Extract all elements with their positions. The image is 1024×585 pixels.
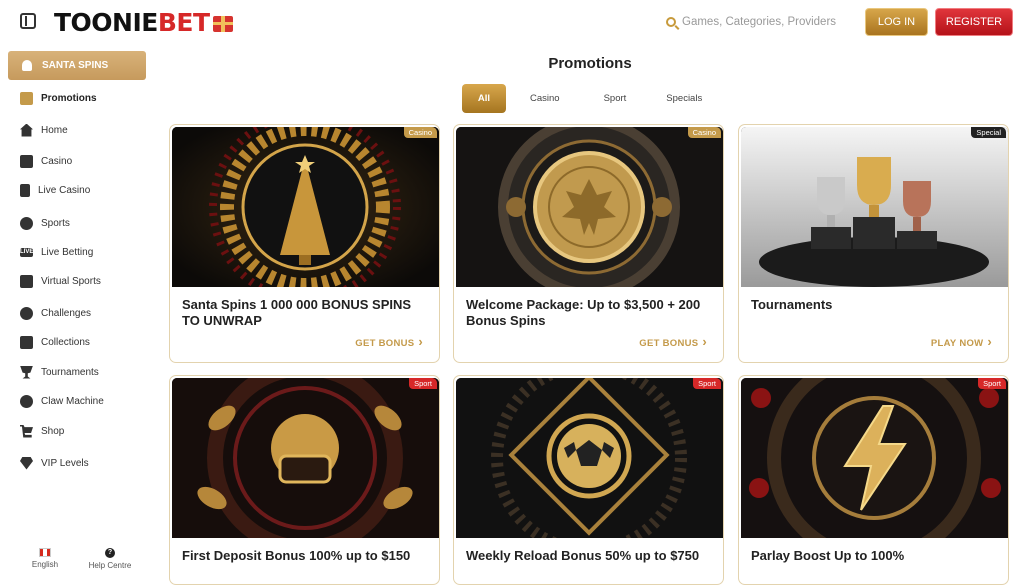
- collection-icon: [20, 335, 33, 349]
- card-title: Tournaments: [751, 297, 833, 312]
- help-icon: ?: [105, 548, 115, 558]
- category-badge: Special: [971, 127, 1006, 138]
- sidebar-item-challenges[interactable]: Challenges: [20, 305, 91, 321]
- logo[interactable]: TOONIEBET: [54, 7, 233, 37]
- category-badge: Casino: [403, 127, 437, 138]
- santa-spins-label: SANTA SPINS: [42, 60, 109, 71]
- sidebar-item-label: Casino: [41, 155, 73, 167]
- help-centre-link[interactable]: ? Help Centre: [80, 548, 140, 570]
- sidebar-item-label: Home: [41, 124, 68, 136]
- get-bonus-link[interactable]: GET BONUS: [639, 334, 707, 349]
- card-title: Santa Spins 1 000 000 BONUS SPINS TO UNW…: [182, 297, 412, 328]
- sidebar-item-promotions[interactable]: Promotions: [20, 90, 97, 106]
- football-helmet-image: [172, 378, 439, 538]
- tab-casino[interactable]: Casino: [516, 84, 574, 113]
- cart-icon: [20, 424, 33, 438]
- tab-sport[interactable]: Sport: [590, 84, 641, 113]
- sidebar-item-label: Collections: [41, 336, 90, 348]
- gold-coin-image: [456, 127, 723, 287]
- trophy-icon: [20, 365, 33, 379]
- sidebar-item-vip-levels[interactable]: VIP Levels: [20, 455, 89, 471]
- sidebar-item-label: VIP Levels: [41, 457, 89, 469]
- register-button[interactable]: REGISTER: [935, 8, 1013, 36]
- sidebar-item-sports[interactable]: Sports: [20, 215, 70, 231]
- diamond-icon: [20, 456, 33, 470]
- language-selector[interactable]: English: [15, 548, 75, 569]
- home-icon: [20, 123, 33, 137]
- gift-icon: [20, 91, 33, 105]
- search-placeholder: Games, Categories, Providers: [682, 16, 837, 28]
- promotion-tabs: All Casino Sport Specials: [462, 84, 716, 113]
- slot-machine-icon: [20, 154, 33, 168]
- santa-spins-button[interactable]: SANTA SPINS: [8, 51, 146, 80]
- sidebar-item-live-casino[interactable]: Live Casino: [20, 182, 90, 198]
- target-icon: [20, 306, 33, 320]
- soccer-ball-image: [456, 378, 723, 538]
- card-title: First Deposit Bonus 100% up to $150: [182, 548, 411, 563]
- sidebar-item-label: Live Casino: [38, 184, 91, 196]
- sidebar-item-label: Challenges: [41, 307, 92, 319]
- sidebar-item-home[interactable]: Home: [20, 122, 68, 138]
- sidebar-item-shop[interactable]: Shop: [20, 423, 64, 439]
- help-label: Help Centre: [88, 561, 132, 570]
- bell-icon: [22, 60, 32, 71]
- sidebar-footer: English ? Help Centre: [0, 544, 156, 576]
- sidebar-item-label: Shop: [41, 425, 65, 437]
- language-label: English: [31, 560, 59, 569]
- claw-icon: [20, 394, 33, 408]
- cards-icon: [20, 183, 30, 197]
- search-bar[interactable]: Games, Categories, Providers: [666, 12, 836, 32]
- top-header: TOONIEBET Games, Categories, Providers L…: [0, 0, 1024, 44]
- sidebar-item-tournaments[interactable]: Tournaments: [20, 364, 99, 380]
- main-content: Promotions All Casino Sport Specials Cas…: [156, 44, 1024, 585]
- monitor-icon: [20, 274, 33, 288]
- sidebar-toggle-icon[interactable]: [20, 13, 36, 29]
- sidebar-item-label: Tournaments: [41, 366, 99, 378]
- search-icon: [666, 17, 676, 27]
- canada-flag-icon: [39, 548, 51, 557]
- promo-card-parlay-boost[interactable]: Sport Parlay Boost Up to 100%: [738, 375, 1009, 585]
- trophies-image: [741, 127, 1008, 287]
- sidebar-item-virtual-sports[interactable]: Virtual Sports: [20, 273, 101, 289]
- play-now-link[interactable]: PLAY NOW: [931, 334, 992, 349]
- sidebar-item-label: Claw Machine: [41, 395, 104, 407]
- tab-all[interactable]: All: [462, 84, 506, 113]
- sidebar-item-label: Live Betting: [41, 246, 94, 258]
- category-badge: Sport: [693, 378, 721, 389]
- get-bonus-link[interactable]: GET BONUS: [355, 334, 423, 349]
- card-title: Weekly Reload Bonus 50% up to $750: [466, 548, 700, 563]
- gift-icon: [212, 16, 233, 32]
- sidebar-item-live-betting[interactable]: LIVE Live Betting: [20, 244, 93, 260]
- promo-card-first-deposit[interactable]: Sport First Deposit Bonus 100% up to $15…: [169, 375, 440, 585]
- tab-specials[interactable]: Specials: [652, 84, 716, 113]
- page-title: Promotions: [548, 55, 632, 72]
- lightning-bolt-image: [741, 378, 1008, 538]
- promo-card-tournaments[interactable]: Special Tournaments PLAY NOW: [738, 124, 1009, 363]
- live-icon: LIVE: [20, 247, 34, 257]
- sidebar-item-label: Promotions: [41, 92, 97, 104]
- promo-card-santa-spins[interactable]: Casino Santa Spins 1 000 000 BONUS SPINS…: [169, 124, 440, 363]
- ball-icon: [20, 216, 33, 230]
- christmas-tree-image: [172, 127, 439, 287]
- login-button[interactable]: LOG IN: [865, 8, 928, 36]
- logo-text: TOONIEBET: [54, 7, 210, 37]
- promo-card-welcome-package[interactable]: Casino Welcome Package: Up to $3,500 + 2…: [453, 124, 724, 363]
- category-badge: Sport: [978, 378, 1006, 389]
- sidebar-item-label: Virtual Sports: [41, 275, 101, 287]
- sidebar-item-casino[interactable]: Casino: [20, 153, 72, 169]
- sidebar: SANTA SPINS Promotions Home Casino Live …: [0, 44, 156, 576]
- category-badge: Sport: [409, 378, 437, 389]
- category-badge: Casino: [687, 127, 721, 138]
- card-title: Parlay Boost Up to 100%: [751, 548, 905, 563]
- sidebar-item-collections[interactable]: Collections: [20, 334, 90, 350]
- sidebar-item-label: Sports: [41, 217, 70, 229]
- promo-card-weekly-reload[interactable]: Sport Weekly Reload Bonus 50% up to $750: [453, 375, 724, 585]
- card-title: Welcome Package: Up to $3,500 + 200 Bonu…: [466, 297, 701, 328]
- sidebar-item-claw-machine[interactable]: Claw Machine: [20, 393, 104, 409]
